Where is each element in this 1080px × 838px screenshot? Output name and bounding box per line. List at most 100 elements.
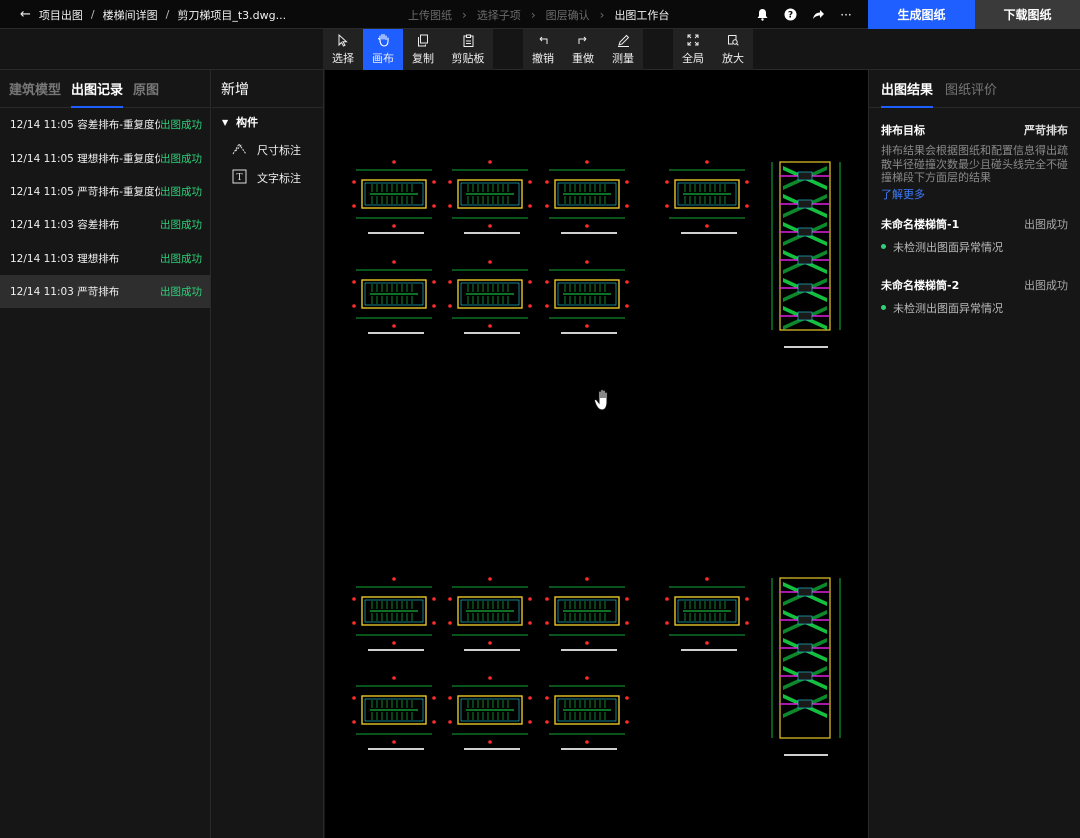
zoom-in-tool[interactable]: 放大	[713, 29, 753, 70]
record-item[interactable]: 12/14 11:05 严苛排布-重复度优先 出图成功	[0, 175, 210, 208]
measure-tool[interactable]: 测量	[603, 29, 643, 70]
record-item[interactable]: 12/14 11:05 容差排布-重复度优先 出图成功	[0, 108, 210, 141]
axis-marker	[448, 720, 452, 724]
axis-marker	[528, 180, 532, 184]
select-tool[interactable]: 选择	[323, 29, 363, 70]
step-workbench[interactable]: 出图工作台	[614, 7, 669, 23]
record-item[interactable]: 12/14 11:05 理想排布-重复度优先 出图成功	[0, 141, 210, 174]
axis-marker	[488, 260, 492, 264]
axis-marker	[448, 696, 452, 700]
axis-marker	[488, 160, 492, 164]
landing	[797, 311, 813, 321]
share-icon[interactable]	[811, 8, 825, 22]
undo-tool[interactable]: 撤销	[523, 29, 563, 70]
measure-label: 测量	[612, 52, 634, 65]
drawing-title-bar	[368, 332, 424, 334]
axis-marker	[585, 160, 589, 164]
step-upload[interactable]: 上传图纸	[408, 7, 452, 23]
axis-marker	[705, 224, 709, 228]
component-group-toggle[interactable]: ▼ 构件	[212, 108, 323, 136]
status-dot-icon	[881, 244, 886, 249]
text-annotation-item[interactable]: T 文字标注	[212, 164, 323, 192]
breadcrumb-item-project[interactable]: 项目出图	[39, 7, 83, 23]
axis-marker	[625, 621, 629, 625]
record-item-selected[interactable]: 12/14 11:03 严苛排布 出图成功	[0, 274, 210, 309]
fit-label: 全局	[682, 52, 704, 65]
dimension-label: 尺寸标注	[257, 144, 301, 157]
help-icon[interactable]: ?	[783, 8, 797, 22]
canvas-label: 画布	[372, 52, 394, 65]
tab-drawing-review[interactable]: 图纸评价	[945, 70, 997, 108]
pencil-icon	[617, 33, 630, 47]
axis-marker	[625, 720, 629, 724]
clipboard-tool[interactable]: 剪贴板	[443, 29, 493, 70]
breadcrumb-item-stair[interactable]: 楼梯间详图	[103, 7, 158, 23]
bell-icon[interactable]	[755, 8, 769, 22]
landing	[797, 643, 813, 653]
result-name: 未命名楼梯筒-2	[881, 278, 960, 292]
result-panel-tabs: 出图结果 图纸评价	[869, 70, 1080, 108]
step-select[interactable]: 选择子项	[477, 7, 521, 23]
drawing-title-bar	[681, 232, 737, 234]
record-status: 出图成功	[160, 152, 202, 165]
landing	[797, 615, 813, 625]
record-title: 容差排布	[77, 219, 120, 232]
record-title: 理想排布	[77, 252, 120, 265]
record-panel: 建筑模型 出图记录 原图 12/14 11:05 容差排布-重复度优先 出图成功…	[0, 70, 211, 838]
drawing-title-bar	[368, 232, 424, 234]
axis-marker	[705, 577, 709, 581]
record-item[interactable]: 12/14 11:03 容差排布 出图成功	[0, 208, 210, 241]
step-layer[interactable]: 图层确认	[546, 7, 590, 23]
top-bar: ← 项目出图 / 楼梯间详图 / 剪刀梯项目_t3.dwg... 上传图纸 › …	[0, 0, 1080, 29]
drawing-title-bar	[561, 232, 617, 234]
landing	[797, 587, 813, 597]
learn-more-link[interactable]: 了解更多	[881, 186, 1068, 202]
redo-tool[interactable]: 重做	[563, 29, 603, 70]
record-name: 12/14 11:03 严苛排布	[10, 284, 160, 299]
result-header: 未命名楼梯筒-1 出图成功	[881, 214, 1068, 234]
drawing-title-bar	[784, 754, 828, 756]
tab-original[interactable]: 原图	[133, 70, 159, 108]
toolbar-group-view: 全局 放大	[673, 29, 753, 70]
drawing-canvas[interactable]	[325, 70, 868, 838]
result-note-text: 未检测出图面异常情况	[893, 240, 1003, 254]
layout-target-label: 排布目标	[881, 124, 925, 137]
breadcrumb-separator: /	[90, 8, 95, 21]
landing	[797, 255, 813, 265]
drawing-title-bar	[784, 346, 828, 348]
axis-marker	[432, 597, 436, 601]
layout-target-value: 严苛排布	[1024, 124, 1068, 137]
axis-marker	[528, 720, 532, 724]
breadcrumb-item-file: 剪刀梯项目_t3.dwg...	[177, 8, 287, 22]
copy-tool[interactable]: 复制	[403, 29, 443, 70]
fit-all-tool[interactable]: 全局	[673, 29, 713, 70]
chevron-right-icon: ›	[530, 7, 536, 22]
record-panel-tabs: 建筑模型 出图记录 原图	[0, 70, 210, 108]
record-item[interactable]: 12/14 11:03 理想排布 出图成功	[0, 242, 210, 275]
record-name: 12/14 11:03 理想排布	[10, 251, 160, 266]
canvas-pan-tool[interactable]: 画布	[363, 29, 403, 70]
result-note: 未检测出图面异常情况	[881, 300, 1068, 316]
tab-output-records[interactable]: 出图记录	[71, 70, 124, 108]
copy-label: 复制	[412, 52, 434, 65]
result-header: 未命名楼梯筒-2 出图成功	[881, 275, 1068, 295]
record-status: 出图成功	[160, 252, 202, 265]
dimension-annotation-item[interactable]: 尺寸标注	[212, 136, 323, 164]
tab-building-model[interactable]: 建筑模型	[9, 70, 61, 108]
redo-label: 重做	[572, 52, 594, 65]
axis-marker	[585, 260, 589, 264]
more-icon[interactable]: ···	[839, 8, 853, 22]
download-drawing-button[interactable]: 下载图纸	[975, 0, 1080, 29]
tab-output-result[interactable]: 出图结果	[881, 70, 934, 108]
copy-icon	[417, 33, 429, 47]
record-list: 12/14 11:05 容差排布-重复度优先 出图成功 12/14 11:05 …	[0, 108, 210, 309]
generate-drawing-button[interactable]: 生成图纸	[868, 0, 975, 29]
hand-icon	[377, 33, 390, 47]
axis-marker	[352, 597, 356, 601]
landing	[797, 671, 813, 681]
record-title: 严苛排布-重复度优先	[77, 185, 160, 198]
back-arrow-icon[interactable]: ←	[20, 7, 31, 22]
text-box-icon: T	[232, 169, 247, 187]
select-label: 选择	[332, 52, 354, 65]
record-name: 12/14 11:05 理想排布-重复度优先	[10, 151, 160, 166]
